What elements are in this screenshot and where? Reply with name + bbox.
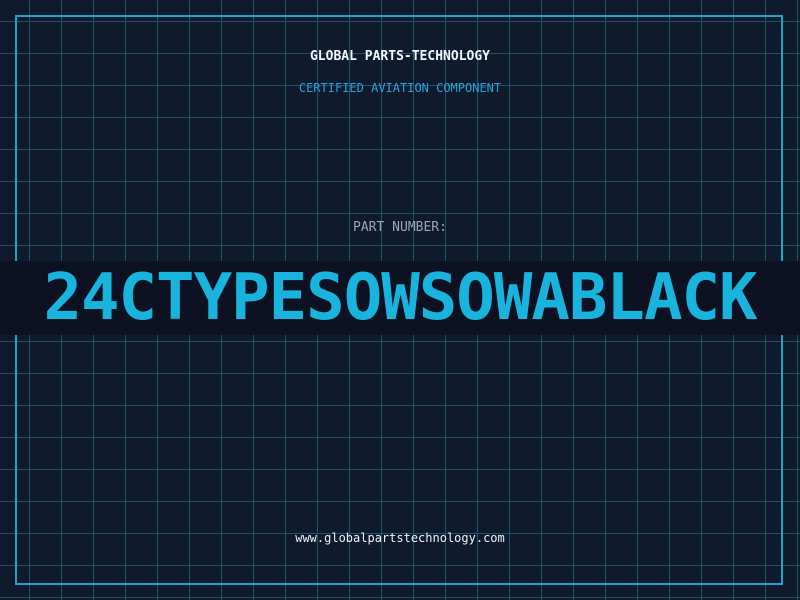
website-url: www.globalpartstechnology.com (295, 531, 505, 545)
part-number-band: 24CTYPESOWSOWABLACK (0, 261, 800, 335)
certificate-canvas: GLOBAL PARTS-TECHNOLOGY CERTIFIED AVIATI… (0, 0, 800, 600)
certification-subtitle: CERTIFIED AVIATION COMPONENT (298, 81, 502, 95)
company-name: GLOBAL PARTS-TECHNOLOGY (309, 49, 490, 64)
part-number-value: 24CTYPESOWSOWABLACK (43, 261, 757, 335)
part-number-label: PART NUMBER: (353, 220, 447, 235)
